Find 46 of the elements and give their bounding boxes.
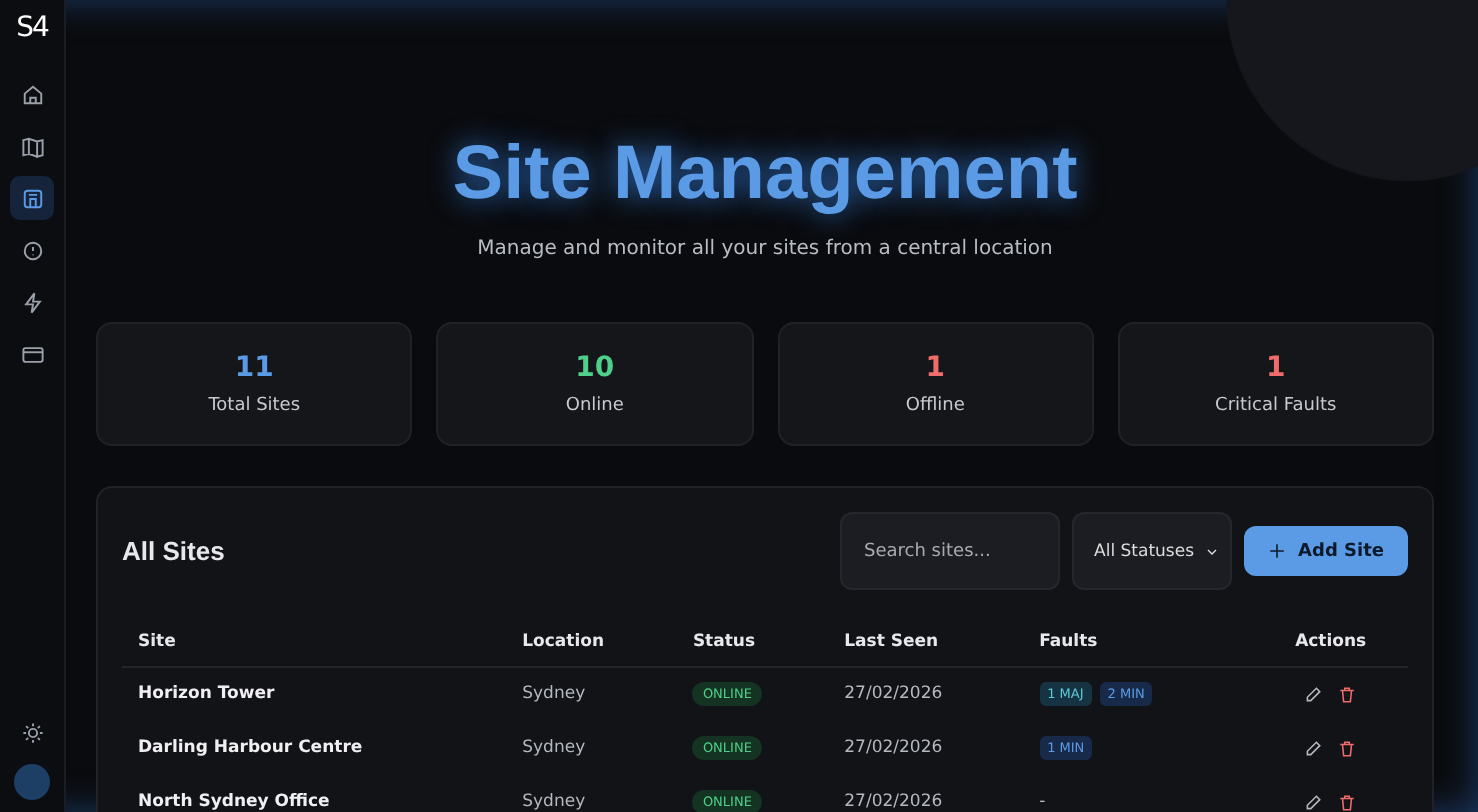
location-cell-text: Sydney (520, 790, 588, 812)
stat-label: Critical Faults (1215, 396, 1337, 416)
stat-value: 10 (575, 352, 615, 384)
nav-item[interactable] (10, 176, 54, 220)
map-icon (21, 135, 43, 157)
stat-label: Total Sites (208, 396, 301, 416)
panel-title: All Sites (122, 536, 227, 566)
column-header: Status (676, 618, 829, 667)
card-icon (21, 343, 43, 365)
logo: S4 (16, 12, 48, 44)
location-cell: Sydney (506, 667, 677, 721)
stat-value: 1 (925, 352, 945, 384)
pencil-icon (1304, 685, 1323, 704)
sun-icon (21, 722, 43, 744)
column-header: Faults (1023, 618, 1254, 667)
plus-icon (1268, 542, 1287, 560)
trash-icon (1338, 685, 1357, 704)
pencil-icon (1304, 793, 1323, 811)
building-icon (21, 187, 43, 209)
site-name: North Sydney Office (136, 790, 332, 812)
alert-icon (21, 239, 43, 261)
status-dropdown[interactable]: All Statuses (1072, 512, 1233, 590)
last-seen-cell-text: 27/02/2026 (842, 790, 945, 812)
location-cell-text: Sydney (520, 736, 588, 762)
column-header: Last Seen (828, 618, 1024, 667)
stat-label: Online (565, 396, 624, 416)
column-header: Actions (1253, 618, 1408, 667)
home-icon (21, 83, 43, 105)
page-title: Site Management (450, 132, 1080, 218)
faults-cell: - (1039, 792, 1046, 812)
page-subtitle: Manage and monitor all your sites from a central location (475, 238, 1055, 260)
last-seen-cell-text: 27/02/2026 (842, 736, 945, 762)
last-seen-cell: 27/02/2026 (828, 667, 1024, 721)
lightning-icon (21, 291, 43, 313)
search-field[interactable]: Search sites... (840, 512, 1061, 590)
stat-value: 1 (1266, 352, 1286, 384)
stat-label: Offline (905, 396, 965, 416)
pencil-icon (1304, 739, 1323, 757)
trash-icon (1338, 793, 1357, 811)
column-header: Site (122, 618, 507, 667)
site-name: Horizon Tower (122, 667, 507, 721)
stat-value: 11 (234, 352, 274, 384)
trash-icon (1338, 739, 1357, 757)
add-site-button[interactable]: Add Site (1244, 526, 1408, 576)
column-header: Location (506, 618, 677, 667)
site-name: Darling Harbour Centre (136, 736, 365, 762)
